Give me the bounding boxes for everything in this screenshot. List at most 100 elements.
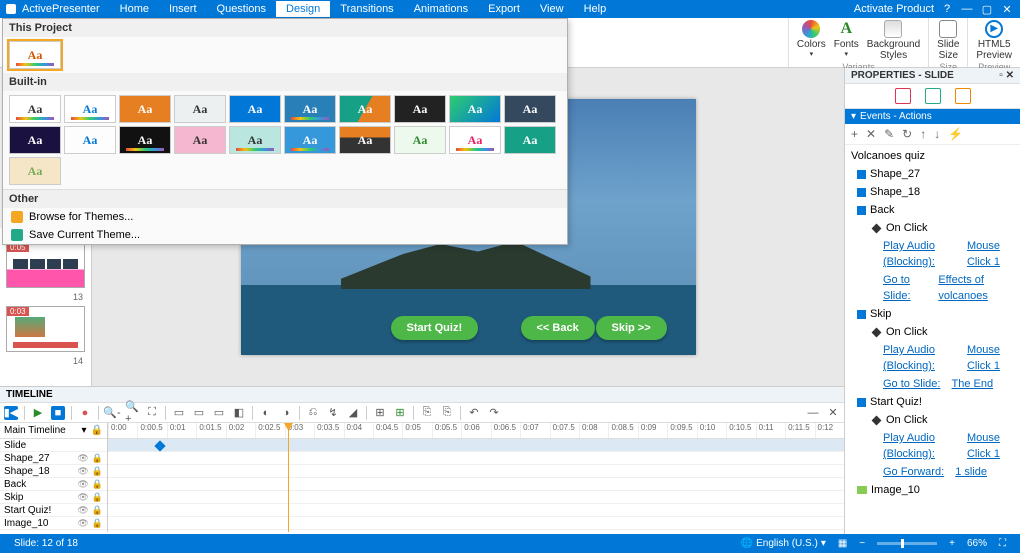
theme-thumb[interactable]: Aa xyxy=(229,95,281,123)
status-zoom-out[interactable]: − xyxy=(859,538,865,549)
start-quiz-button[interactable]: Start Quiz! xyxy=(391,316,479,340)
timeline-go-start-icon[interactable]: ▮◀ xyxy=(4,406,18,420)
theme-thumb[interactable]: Aa xyxy=(339,95,391,123)
minimize-icon[interactable]: — xyxy=(960,3,974,15)
tree-startquiz-playaudio[interactable]: Play Audio (Blocking): Mouse Click 1 xyxy=(845,429,1020,463)
theme-thumb[interactable]: Aa xyxy=(284,95,336,123)
tree-back-gotoslide[interactable]: Go to Slide: Effects of volcanoes xyxy=(845,271,1020,305)
slide-thumb-13[interactable]: 0:05 xyxy=(6,242,85,288)
tool-icon[interactable]: ↷ xyxy=(487,406,501,420)
tool-icon[interactable]: ⎘ xyxy=(420,406,434,420)
tool-icon[interactable]: ▭ xyxy=(172,406,186,420)
eye-icon[interactable]: 👁 xyxy=(77,518,88,529)
tree-shape18[interactable]: Shape_18 xyxy=(845,183,1020,201)
prop-tab-2[interactable] xyxy=(925,88,941,104)
timeline-tracks-area[interactable]: 0:000:00.50:010:01.50:020:02.50:030:03.5… xyxy=(108,423,844,532)
lock-icon[interactable]: 🔒 xyxy=(92,453,103,464)
tree-shape27[interactable]: Shape_27 xyxy=(845,165,1020,183)
zoom-out-icon[interactable]: 🔍- xyxy=(105,406,119,420)
tool-icon[interactable]: ▭ xyxy=(192,406,206,420)
up-icon[interactable]: ↑ xyxy=(920,127,926,141)
ribbon-slide-size[interactable]: Slide Size xyxy=(937,20,959,61)
ribbon-html5-preview[interactable]: ▶HTML5 Preview xyxy=(976,20,1012,61)
ribbon-fonts[interactable]: AFonts▾ xyxy=(834,20,859,58)
theme-thumb[interactable]: Aa xyxy=(119,95,171,123)
theme-thumb-current[interactable]: Aa xyxy=(9,41,61,69)
theme-thumb[interactable]: Aa xyxy=(449,95,501,123)
keyframe-marker[interactable] xyxy=(154,440,165,451)
add-event-icon[interactable]: + xyxy=(851,127,858,141)
events-actions-header[interactable]: ▾ Events - Actions xyxy=(845,109,1020,124)
theme-thumb[interactable]: Aa xyxy=(229,126,281,154)
status-view-grid-icon[interactable]: ▦ xyxy=(838,538,847,549)
menu-questions[interactable]: Questions xyxy=(207,1,277,17)
timeline-selector[interactable]: Main Timeline▾🔒 xyxy=(0,423,107,439)
back-button[interactable]: << Back xyxy=(521,316,595,340)
status-zoom-slider[interactable] xyxy=(877,542,937,545)
skip-button[interactable]: Skip >> xyxy=(596,316,667,340)
timeline-track[interactable] xyxy=(108,491,844,504)
menu-animations[interactable]: Animations xyxy=(404,1,478,17)
timeline-track[interactable] xyxy=(108,478,844,491)
timeline-play-icon[interactable]: ▶ xyxy=(31,406,45,420)
tree-startquiz-onclick[interactable]: On Click xyxy=(845,411,1020,429)
tree-skip-onclick[interactable]: On Click xyxy=(845,323,1020,341)
timeline-stop-icon[interactable]: ■ xyxy=(51,406,65,420)
theme-thumb[interactable]: Aa xyxy=(284,126,336,154)
close-icon[interactable]: ✕ xyxy=(1000,3,1014,16)
eye-icon[interactable]: 👁 xyxy=(77,492,88,503)
delete-event-icon[interactable]: ✕ xyxy=(866,127,876,141)
eye-icon[interactable]: 👁 xyxy=(77,453,88,464)
tool-icon[interactable]: ↶ xyxy=(467,406,481,420)
theme-thumb[interactable]: Aa xyxy=(64,95,116,123)
prop-tab-3[interactable] xyxy=(955,88,971,104)
down-icon[interactable]: ↓ xyxy=(934,127,940,141)
tree-back-playaudio[interactable]: Play Audio (Blocking): Mouse Click 1 xyxy=(845,237,1020,271)
save-current-theme[interactable]: Save Current Theme... xyxy=(3,226,567,244)
theme-thumb[interactable]: Aa xyxy=(394,126,446,154)
menu-transitions[interactable]: Transitions xyxy=(330,1,403,17)
refresh-icon[interactable]: ↻ xyxy=(902,127,912,141)
browse-themes[interactable]: Browse for Themes... xyxy=(3,208,567,226)
lock-icon[interactable]: 🔒 xyxy=(92,479,103,490)
track-row[interactable]: Image_10👁🔒 xyxy=(0,517,107,530)
track-row[interactable]: Shape_18👁🔒 xyxy=(0,465,107,478)
tree-image10[interactable]: Image_10 xyxy=(845,481,1020,499)
timeline-track[interactable] xyxy=(108,517,844,530)
lock-icon[interactable]: 🔒 xyxy=(92,518,103,529)
theme-thumb[interactable]: Aa xyxy=(9,95,61,123)
eye-icon[interactable]: 👁 xyxy=(77,505,88,516)
slide-thumb-14[interactable]: 0:03 xyxy=(6,306,85,352)
theme-thumb[interactable]: Aa xyxy=(119,126,171,154)
status-fit-icon[interactable]: ⛶ xyxy=(999,538,1006,549)
tree-back-onclick[interactable]: On Click xyxy=(845,219,1020,237)
tool-icon[interactable]: ⎘ xyxy=(440,406,454,420)
theme-thumb[interactable]: Aa xyxy=(449,126,501,154)
theme-thumb[interactable]: Aa xyxy=(504,95,556,123)
edit-event-icon[interactable]: ✎ xyxy=(884,127,894,141)
theme-thumb[interactable]: Aa xyxy=(394,95,446,123)
track-row[interactable]: Start Quiz!👁🔒 xyxy=(0,504,107,517)
tool-icon[interactable]: ▭ xyxy=(212,406,226,420)
menu-home[interactable]: Home xyxy=(110,1,159,17)
menu-export[interactable]: Export xyxy=(478,1,530,17)
tool-icon[interactable]: ↯ xyxy=(326,406,340,420)
eye-icon[interactable]: 👁 xyxy=(77,479,88,490)
timeline-minimize-icon[interactable]: — xyxy=(806,406,820,420)
prop-tab-1[interactable] xyxy=(895,88,911,104)
menu-view[interactable]: View xyxy=(530,1,574,17)
theme-thumb[interactable]: Aa xyxy=(64,126,116,154)
timeline-close-icon[interactable]: ✕ xyxy=(826,406,840,420)
menu-design[interactable]: Design xyxy=(276,1,330,17)
lock-icon[interactable]: 🔒 xyxy=(92,492,103,503)
lock-icon[interactable]: 🔒 xyxy=(91,425,103,436)
menu-insert[interactable]: Insert xyxy=(159,1,207,17)
track-row[interactable]: Back👁🔒 xyxy=(0,478,107,491)
tool-icon[interactable]: ⊞ xyxy=(373,406,387,420)
timeline-track[interactable] xyxy=(108,504,844,517)
status-language[interactable]: 🌐 English (U.S.) ▾ xyxy=(741,538,826,549)
tree-back[interactable]: Back xyxy=(845,201,1020,219)
ribbon-colors[interactable]: Colors▾ xyxy=(797,20,826,58)
track-row[interactable]: Skip👁🔒 xyxy=(0,491,107,504)
timeline-track[interactable] xyxy=(108,452,844,465)
